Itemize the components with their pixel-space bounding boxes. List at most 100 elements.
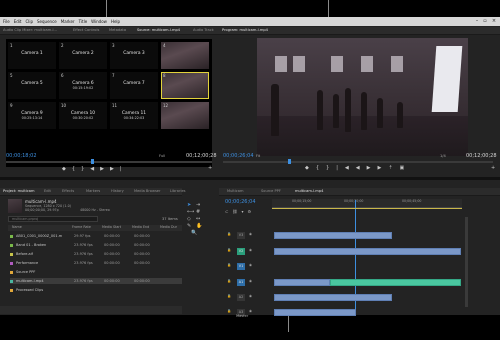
play-icon[interactable]: ▶	[100, 166, 110, 172]
project-item-row[interactable]: Band 01 - Broken 23.976 fps 00:00:00 00:00:…	[10, 242, 182, 248]
lock-icon[interactable]: 🔒	[227, 309, 231, 313]
minimize-icon[interactable]: –	[474, 18, 480, 24]
step-forward-icon[interactable]: ▶|	[110, 166, 128, 172]
tab-sequence[interactable]: multicam-l.mp4	[295, 189, 323, 193]
camera-angle-3[interactable]: 3 Camera 3	[110, 42, 158, 69]
camera-angle-7[interactable]: 7 Camera 7	[110, 72, 158, 99]
tab-audio-mixer[interactable]: Audio Clip Mixer: multicam-l...	[3, 28, 57, 32]
timeline-settings-icon[interactable]: ⚙	[247, 209, 255, 214]
camera-angle-12[interactable]: 12	[161, 102, 209, 129]
program-resolution-dropdown[interactable]: 1/4	[440, 154, 446, 158]
pen-icon[interactable]: ✎	[187, 223, 191, 229]
in-point-icon[interactable]: {	[72, 166, 81, 172]
clip-v2[interactable]	[274, 248, 461, 255]
clip-v1-a[interactable]	[274, 279, 330, 286]
clip-a1[interactable]	[274, 294, 392, 301]
track-select-icon[interactable]: ⇥	[196, 202, 200, 208]
program-add-button[interactable]: +	[491, 165, 495, 171]
lock-icon[interactable]: 🔒	[227, 232, 231, 236]
track-header-v1[interactable]: 🔒 V1 ◉	[225, 263, 271, 270]
eye-icon[interactable]: ◉	[249, 263, 252, 267]
col-media-end[interactable]: Media End	[132, 225, 149, 229]
razor-icon[interactable]: ◇	[187, 216, 191, 222]
zoom-icon[interactable]: 🔍	[191, 230, 197, 236]
menu-marker[interactable]: Marker	[61, 19, 75, 24]
camera-angle-9[interactable]: 9 Camera 9 00:25:13:14	[8, 102, 56, 129]
step-forward-icon[interactable]: ▶	[377, 165, 388, 171]
out-point-icon[interactable]: }	[81, 166, 90, 172]
program-fit-dropdown[interactable]: Fit	[256, 154, 260, 158]
camera-angle-5[interactable]: 5 Camera 5	[8, 72, 56, 99]
track-header-a2[interactable]: 🔒 A2 ◉	[225, 294, 271, 301]
slip-icon[interactable]: ↔	[196, 216, 200, 222]
timeline-timecode[interactable]: 00;00;26;04	[225, 199, 256, 205]
tab-source[interactable]: Source: multicam-l.mp4	[137, 28, 180, 32]
project-search-input[interactable]: multicam.prproj	[8, 216, 98, 222]
work-area-bar[interactable]	[272, 208, 462, 209]
lock-icon[interactable]: 🔒	[227, 279, 231, 283]
rolling-edit-icon[interactable]: #	[196, 209, 200, 215]
menu-clip[interactable]: Clip	[25, 19, 33, 24]
track-target[interactable]: V3	[237, 232, 245, 239]
project-item-row[interactable]: Processed Clips	[10, 287, 182, 293]
camera-angle-10[interactable]: 10 Camera 10 00:30:20:02	[59, 102, 107, 129]
marker-icon[interactable]: ◆	[62, 166, 72, 172]
col-media-start[interactable]: Media Start	[102, 225, 121, 229]
eye-icon[interactable]: ◉	[249, 294, 252, 298]
camera-angle-2[interactable]: 2 Camera 2	[59, 42, 107, 69]
menu-file[interactable]: File	[3, 19, 10, 24]
lock-icon[interactable]: 🔒	[227, 294, 231, 298]
track-target[interactable]: A1	[237, 279, 245, 286]
maximize-icon[interactable]: ▫	[482, 18, 488, 24]
tab-media-browser[interactable]: Media Browser	[134, 189, 161, 193]
camera-angle-1[interactable]: 1 Camera 1	[8, 42, 56, 69]
tab-history[interactable]: History	[111, 189, 124, 193]
step-back-icon[interactable]: ◀	[356, 165, 367, 171]
tab-source-ppf[interactable]: Source PPF	[261, 189, 281, 193]
camera-angle-11[interactable]: 11 Camera 11 00:34:22:03	[110, 102, 158, 129]
track-header-v3[interactable]: 🔒 V3 ◉	[225, 232, 271, 239]
close-icon[interactable]: ×	[491, 18, 497, 24]
source-playhead[interactable]	[91, 159, 94, 164]
lift-icon[interactable]: ⇡	[388, 165, 399, 171]
export-frame-icon[interactable]: ▣	[400, 165, 412, 171]
col-name[interactable]: Name	[12, 225, 22, 229]
clip-v3[interactable]	[274, 232, 392, 239]
tab-effects[interactable]: Effects	[62, 189, 74, 193]
play-icon[interactable]: ▶	[367, 165, 378, 171]
tab-multicam[interactable]: Multicam	[227, 189, 243, 193]
marker-icon[interactable]: ◆	[305, 165, 316, 171]
track-header-a1[interactable]: 🔒 A1 ◉	[225, 279, 271, 286]
tab-libraries[interactable]: Libraries	[170, 189, 186, 193]
go-to-in-icon[interactable]: |◀	[336, 165, 356, 171]
program-timecode[interactable]: 00;00;26;04	[223, 153, 254, 159]
selection-tool-icon[interactable]: ➤	[187, 202, 191, 208]
track-target[interactable]: V1	[237, 263, 245, 270]
track-target[interactable]: V2	[237, 248, 245, 255]
source-add-button[interactable]: +	[208, 165, 212, 171]
menu-sequence[interactable]: Sequence	[37, 19, 57, 24]
step-back-icon[interactable]: ◀	[90, 166, 100, 172]
timeline-ruler[interactable]: 00;00;15;00 00;00;30;00 00;00;45;00	[272, 199, 462, 208]
tab-project[interactable]: Project: multicam	[3, 189, 35, 193]
tab-edit[interactable]: Edit	[44, 189, 51, 193]
ripple-edit-icon[interactable]: ⟷	[187, 209, 194, 215]
out-point-icon[interactable]: }	[326, 165, 336, 171]
col-frame-rate[interactable]: Frame Rate	[72, 225, 91, 229]
program-playhead[interactable]	[288, 159, 291, 164]
menu-edit[interactable]: Edit	[14, 19, 22, 24]
tab-metadata[interactable]: Metadata	[109, 28, 126, 32]
track-target[interactable]: A2	[237, 294, 245, 301]
eye-icon[interactable]: ◉	[249, 309, 252, 313]
eye-icon[interactable]: ◉	[249, 232, 252, 236]
project-item-row[interactable]: Source PPF	[10, 269, 182, 275]
track-header-v2[interactable]: 🔒 V2 ◉	[225, 248, 271, 255]
tab-program[interactable]: Program: multicam-l.mp4	[222, 28, 268, 32]
project-item-row[interactable]: AB01_C001_0000Z_001.m 29.97 fps 00:00:00 00…	[10, 233, 182, 239]
camera-angle-4[interactable]: 4	[161, 42, 209, 69]
project-item-row[interactable]: multicam-l.mp4 23.976 fps 00:00:00 00:00:00	[10, 278, 182, 284]
menu-help[interactable]: Help	[111, 19, 120, 24]
program-scrubber[interactable]	[223, 161, 493, 163]
col-media-dur[interactable]: Media Dur	[160, 225, 177, 229]
menu-title[interactable]: Title	[79, 19, 88, 24]
